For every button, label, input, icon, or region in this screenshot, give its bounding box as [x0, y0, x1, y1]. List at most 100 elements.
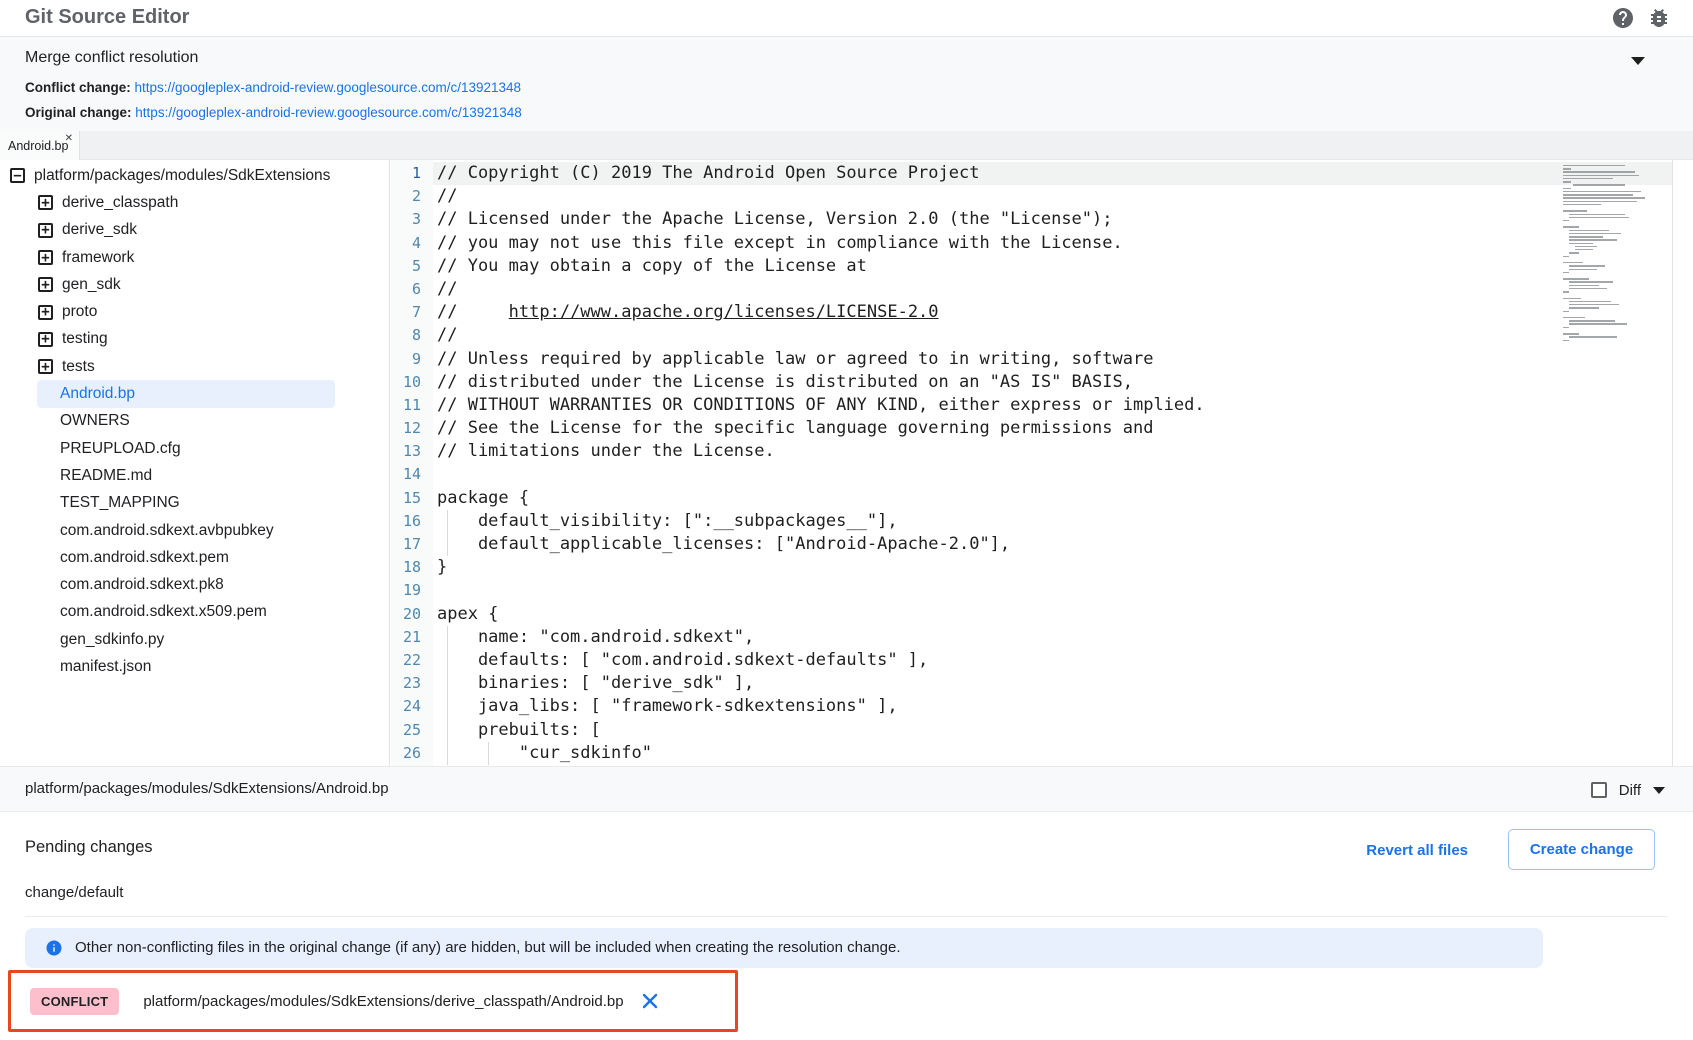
code-line: 6//: [391, 278, 1673, 301]
tree-item-OWNERS[interactable]: OWNERS: [0, 408, 389, 435]
tree-item-Android.bp[interactable]: Android.bp: [37, 380, 335, 407]
tree-item-gen_sdk[interactable]: + gen_sdk: [0, 271, 389, 298]
expand-icon[interactable]: +: [38, 195, 53, 210]
code-text: name: "com.android.sdkext",: [437, 626, 754, 649]
expand-icon[interactable]: +: [38, 223, 53, 238]
main-split: − platform/packages/modules/SdkExtension…: [0, 160, 1693, 766]
expand-icon[interactable]: +: [38, 332, 53, 347]
tree-item-derive_sdk[interactable]: +derive_sdk: [0, 217, 389, 244]
tree-item-label: TEST_MAPPING: [60, 494, 180, 512]
diff-dropdown-arrow-icon[interactable]: [1653, 787, 1665, 794]
tree-item-com.android.sdkext.avbpubkey[interactable]: com.android.sdkext.avbpubkey: [0, 517, 389, 544]
line-number: 4: [391, 232, 421, 255]
original-change-link[interactable]: https://googleplex-android-review.google…: [135, 105, 522, 120]
expand-icon[interactable]: +: [38, 359, 53, 374]
tree-item-label: tests: [62, 358, 95, 376]
code-line: 24 java_libs: [ "framework-sdkextensions…: [391, 695, 1673, 718]
tab-android-bp[interactable]: Android.bp ✕: [0, 131, 80, 160]
tree-root[interactable]: − platform/packages/modules/SdkExtension…: [0, 162, 389, 189]
line-number: 1: [391, 162, 421, 185]
line-number: 2: [391, 185, 421, 208]
git-source-editor-app: Git Source Editor Merge conflict resolut…: [0, 0, 1693, 1040]
file-tree-items: +derive_classpath+derive_sdk+framework+g…: [0, 189, 389, 680]
line-number: 23: [391, 672, 421, 695]
tab-bar: Android.bp ✕: [0, 131, 1693, 160]
revert-all-files-button[interactable]: Revert all files: [1366, 842, 1468, 859]
collapse-icon[interactable]: −: [10, 168, 25, 183]
code-line: 18}: [391, 556, 1673, 579]
code-text: default_visibility: [":__subpackages__"]…: [437, 510, 898, 533]
line-number: 18: [391, 556, 421, 579]
line-number: 7: [391, 301, 421, 324]
line-number: 21: [391, 626, 421, 649]
remove-conflict-file-icon[interactable]: [641, 992, 659, 1010]
tab-close-icon[interactable]: ✕: [65, 133, 73, 144]
tree-item-label: README.md: [60, 467, 152, 485]
expand-icon[interactable]: +: [38, 305, 53, 320]
code-lines: 1// Copyright (C) 2019 The Android Open …: [391, 162, 1673, 765]
tree-item-label: com.android.sdkext.avbpubkey: [60, 522, 274, 540]
code-line: 21 name: "com.android.sdkext",: [391, 626, 1673, 649]
code-text: //: [437, 324, 457, 347]
tree-item-testing[interactable]: +testing: [0, 326, 389, 353]
code-line: 1// Copyright (C) 2019 The Android Open …: [391, 162, 1673, 185]
expand-icon[interactable]: +: [38, 277, 53, 292]
code-text: }: [437, 556, 447, 579]
tree-item-framework[interactable]: +framework: [0, 244, 389, 271]
line-number: 10: [391, 371, 421, 394]
collapse-panel-arrow-icon[interactable]: [1631, 57, 1645, 65]
code-text: defaults: [ "com.android.sdkext-defaults…: [437, 649, 928, 672]
tree-item-label: manifest.json: [60, 658, 151, 676]
tree-item-com.android.sdkext.x509.pem[interactable]: com.android.sdkext.x509.pem: [0, 599, 389, 626]
line-number: 8: [391, 324, 421, 347]
code-text: // limitations under the License.: [437, 440, 775, 463]
code-line: 12// See the License for the specific la…: [391, 417, 1673, 440]
line-number: 24: [391, 695, 421, 718]
tree-item-manifest.json[interactable]: manifest.json: [0, 653, 389, 680]
code-line: 16 default_visibility: [":__subpackages_…: [391, 510, 1673, 533]
create-change-button[interactable]: Create change: [1508, 829, 1655, 870]
tree-item-TEST_MAPPING[interactable]: TEST_MAPPING: [0, 490, 389, 517]
code-text: // Licensed under the Apache License, Ve…: [437, 208, 1113, 231]
tree-item-label: PREUPLOAD.cfg: [60, 440, 181, 458]
tree-item-com.android.sdkext.pem[interactable]: com.android.sdkext.pem: [0, 544, 389, 571]
tree-item-proto[interactable]: + proto: [0, 298, 389, 325]
conflict-file-path[interactable]: platform/packages/modules/SdkExtensions/…: [143, 993, 623, 1010]
code-line: 20apex {: [391, 603, 1673, 626]
line-number: 20: [391, 603, 421, 626]
tree-item-label: proto: [62, 303, 97, 321]
tree-item-com.android.sdkext.pk8[interactable]: com.android.sdkext.pk8: [0, 571, 389, 598]
code-line: 13// limitations under the License.: [391, 440, 1673, 463]
tree-item-label: gen_sdk: [62, 276, 121, 294]
diff-checkbox[interactable]: [1591, 782, 1607, 798]
code-editor[interactable]: 1// Copyright (C) 2019 The Android Open …: [391, 160, 1673, 766]
minimap[interactable]: [1563, 165, 1647, 347]
tree-item-PREUPLOAD.cfg[interactable]: PREUPLOAD.cfg: [0, 435, 389, 462]
line-number: 3: [391, 208, 421, 231]
bug-icon[interactable]: [1647, 6, 1671, 30]
help-icon[interactable]: [1611, 6, 1635, 30]
original-change-row: Original change: https://googleplex-andr…: [25, 105, 522, 120]
code-text: binaries: [ "derive_sdk" ],: [437, 672, 754, 695]
tree-item-label: com.android.sdkext.pem: [60, 549, 229, 567]
tree-item-derive_classpath[interactable]: +derive_classpath: [0, 189, 389, 216]
tree-item-README.md[interactable]: README.md: [0, 462, 389, 489]
license-url[interactable]: http://www.apache.org/licenses/LICENSE-2…: [509, 302, 939, 322]
code-text: package {: [437, 487, 529, 510]
diff-label: Diff: [1619, 782, 1641, 799]
code-text: // http://www.apache.org/licenses/LICENS…: [437, 301, 939, 324]
editor-scrollbar[interactable]: [1672, 160, 1673, 766]
conflict-change-row: Conflict change: https://googleplex-andr…: [25, 80, 521, 95]
conflict-change-link[interactable]: https://googleplex-android-review.google…: [135, 80, 522, 95]
code-text: // distributed under the License is dist…: [437, 371, 1133, 394]
code-text: //: [437, 185, 457, 208]
tree-item-tests[interactable]: + tests: [0, 353, 389, 380]
line-number: 5: [391, 255, 421, 278]
diff-controls: Diff: [1591, 767, 1665, 813]
code-line: 22 defaults: [ "com.android.sdkext-defau…: [391, 649, 1673, 672]
expand-icon[interactable]: +: [38, 250, 53, 265]
tree-item-gen_sdkinfo.py[interactable]: gen_sdkinfo.py: [0, 626, 389, 653]
file-tree: − platform/packages/modules/SdkExtension…: [0, 160, 390, 766]
code-text: default_applicable_licenses: ["Android-A…: [437, 533, 1010, 556]
code-text: java_libs: [ "framework-sdkextensions" ]…: [437, 695, 898, 718]
